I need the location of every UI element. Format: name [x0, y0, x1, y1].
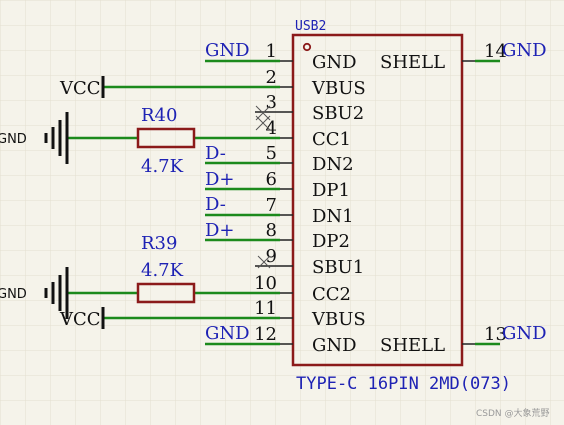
resistor-r39-ref: R39	[141, 233, 177, 254]
vcc-port-top[interactable]: VCC	[59, 76, 105, 99]
pin-5-name: DN2	[312, 154, 354, 175]
net-label-pin6: D+	[205, 169, 235, 190]
net-label-pin8: D+	[205, 220, 235, 241]
schematic-canvas: USB2 TYPE-C 16PIN 2MD(073) 1 GND 2 VBUS 3 SBU…	[0, 0, 564, 425]
net-label-pin7: D-	[205, 194, 226, 215]
pin-3-number: 3	[266, 92, 277, 113]
pin-10-name: CC2	[312, 284, 351, 305]
component-designator: USB2	[295, 19, 326, 34]
pin-13-name: SHELL	[380, 335, 445, 356]
net-label-pin5: D-	[205, 143, 226, 164]
pin-6-name: DP1	[312, 180, 350, 201]
net-label-pin1: GND	[205, 40, 250, 61]
grid-background	[0, 0, 564, 425]
pin-1-name: GND	[312, 52, 357, 73]
net-label-pin12: GND	[205, 323, 250, 344]
component-value: TYPE-C 16PIN 2MD(073)	[296, 374, 511, 394]
net-label-pin14: GND	[502, 40, 547, 61]
pin-10-number: 10	[254, 273, 277, 294]
watermark: CSDN @大象荒野	[476, 407, 550, 419]
pin-11-number: 11	[254, 298, 277, 319]
pin-4-name: CC1	[312, 129, 351, 150]
pin-2-name: VBUS	[311, 78, 366, 99]
pin-9-number: 9	[266, 246, 277, 267]
pin-12-name: GND	[312, 335, 357, 356]
pin-3-name: SBU2	[312, 103, 364, 124]
net-label-pin13: GND	[502, 323, 547, 344]
pin-6-number: 6	[266, 169, 277, 190]
resistor-r40-ref: R40	[141, 105, 177, 126]
pin-5-number: 5	[266, 143, 277, 164]
pin-7-name: DN1	[312, 206, 354, 227]
pin-12-number: 12	[254, 324, 277, 345]
pin-9-name: SBU1	[312, 257, 364, 278]
vcc-bottom-label: VCC	[59, 309, 101, 330]
pin-7-number: 7	[266, 195, 277, 216]
pin-8-number: 8	[266, 220, 277, 241]
pin-2-number: 2	[266, 67, 277, 88]
pin-11-name: VBUS	[311, 309, 366, 330]
resistor-r39-value: 4.7K	[141, 260, 184, 281]
pin-8-name: DP2	[312, 231, 350, 252]
gnd-left-bottom-label: GND	[0, 287, 27, 302]
pin-1-number: 1	[266, 41, 277, 62]
gnd-left-top-label: GND	[0, 132, 27, 147]
vcc-top-label: VCC	[59, 78, 101, 99]
pin-14-name: SHELL	[380, 52, 445, 73]
pin-4-number: 4	[266, 118, 277, 139]
resistor-r40-value: 4.7K	[141, 156, 184, 177]
